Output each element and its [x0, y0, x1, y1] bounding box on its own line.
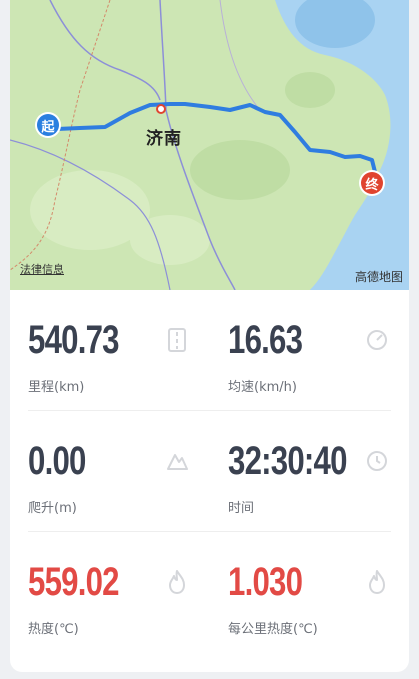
- stat-duration: 32:30:40 时间: [210, 411, 409, 532]
- distance-value: 540.73: [28, 318, 120, 362]
- stat-calories: 559.02 热度(℃): [10, 532, 210, 653]
- calories-per-km-value: 1.030: [228, 560, 303, 604]
- stat-avg-speed: 16.63 均速(km/h): [210, 290, 409, 411]
- route-map[interactable]: 济南 起 终 法律信息 高德地图: [10, 0, 409, 290]
- map-canvas: [10, 0, 409, 290]
- stat-distance: 540.73 里程(km): [10, 290, 210, 411]
- duration-value: 32:30:40: [228, 439, 347, 483]
- end-marker[interactable]: 终: [361, 172, 383, 194]
- ride-summary-card: 济南 起 终 法律信息 高德地图 540.73 里程(km) 16.63 均速(…: [10, 0, 409, 672]
- duration-label: 时间: [228, 501, 255, 516]
- stat-elevation: 0.00 爬升(m): [10, 411, 210, 532]
- avg-speed-value: 16.63: [228, 318, 303, 362]
- calories-label: 热度(℃): [28, 622, 79, 637]
- city-label: 济南: [146, 129, 182, 149]
- city-dot: [156, 104, 166, 114]
- clock-icon: [367, 451, 387, 471]
- stat-calories-per-km: 1.030 每公里热度(℃): [210, 532, 409, 653]
- elevation-icon: [167, 454, 188, 470]
- stats-row: 559.02 热度(℃) 1.030 每公里热度(℃): [10, 532, 409, 653]
- stats-row: 540.73 里程(km) 16.63 均速(km/h): [10, 290, 409, 411]
- flame-icon: [169, 570, 185, 594]
- start-marker[interactable]: 起: [37, 114, 59, 136]
- calories-per-km-label: 每公里热度(℃): [228, 622, 318, 637]
- flame-icon: [369, 570, 385, 594]
- map-provider-logo: 高德地图: [354, 270, 403, 284]
- avg-speed-label: 均速(km/h): [228, 380, 297, 395]
- legal-info-link[interactable]: 法律信息: [20, 261, 64, 277]
- speedometer-icon: [367, 330, 387, 350]
- elevation-label: 爬升(m): [28, 501, 77, 516]
- road-icon: [168, 328, 186, 352]
- distance-label: 里程(km): [28, 380, 85, 395]
- calories-value: 559.02: [28, 560, 120, 604]
- elevation-value: 0.00: [28, 439, 86, 483]
- stats-grid: 540.73 里程(km) 16.63 均速(km/h) 0.00 爬升(m) …: [10, 290, 409, 653]
- stats-row: 0.00 爬升(m) 32:30:40 时间: [10, 411, 409, 532]
